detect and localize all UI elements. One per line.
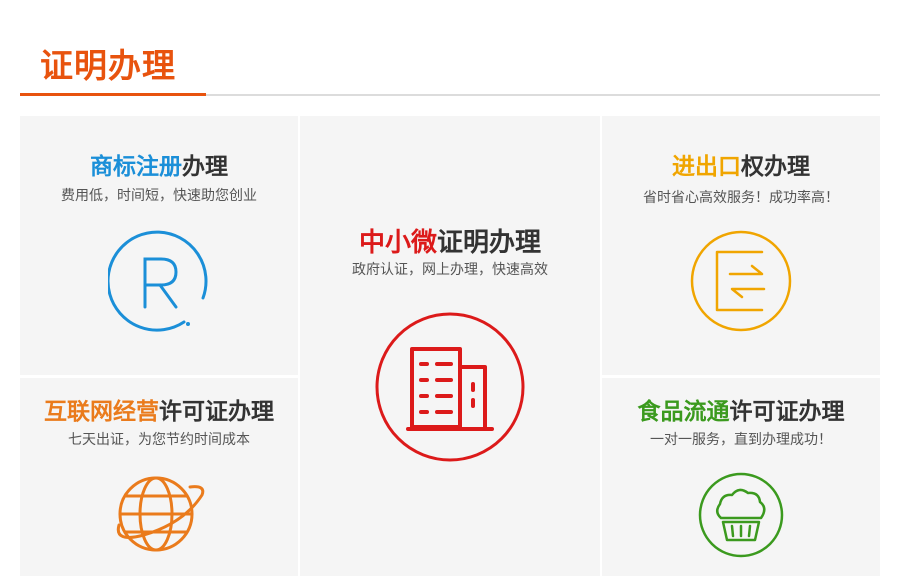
card-title-rest: 办理	[182, 154, 228, 180]
card-title-highlight: 中小微	[358, 228, 437, 258]
card-title-rest: 证明办理	[437, 228, 542, 258]
card-subtitle: 七天出证，为您节约时间成本	[68, 432, 250, 448]
muffin-icon	[698, 472, 784, 562]
card-title: 商标注册办理	[20, 152, 298, 182]
card-subtitle: 省时省心高效服务！成功率高！	[643, 190, 839, 206]
card-title-highlight: 食品流通	[637, 399, 730, 425]
card-title-highlight: 进出口	[672, 154, 741, 180]
page-title: 证明办理	[40, 46, 176, 85]
card-title-rest: 许可证办理	[159, 399, 274, 425]
card-title: 进出口权办理	[602, 152, 880, 182]
card-title-highlight: 互联网经营	[44, 399, 159, 425]
card-subtitle: 政府认证，网上办理，快速高效	[352, 262, 548, 278]
card-internet-business-license[interactable]: 互联网经营许可证办理 七天出证，为您节约时间成本	[20, 378, 298, 576]
card-title: 中小微证明办理	[300, 228, 600, 258]
card-subtitle: 费用低，时间短，快速助您创业	[61, 188, 257, 204]
office-building-icon	[375, 312, 525, 466]
title-underline-accent	[20, 93, 206, 96]
card-food-distribution-license[interactable]: 食品流通许可证办理 一对一服务，直到办理成功！	[602, 378, 880, 576]
card-title-highlight: 商标注册	[90, 154, 182, 180]
card-sme-certificate[interactable]: 中小微证明办理 政府认证，网上办理，快速高效	[300, 116, 600, 576]
card-import-export-rights[interactable]: 进出口权办理 省时省心高效服务！成功率高！	[602, 116, 880, 375]
exchange-arrows-icon	[690, 230, 792, 336]
card-subtitle: 一对一服务，直到办理成功！	[650, 432, 832, 448]
card-title-rest: 许可证办理	[729, 399, 845, 425]
card-trademark-registration[interactable]: 商标注册办理 费用低，时间短，快速助您创业	[20, 116, 298, 375]
globe-icon	[114, 473, 206, 559]
card-title: 互联网经营许可证办理	[20, 397, 298, 427]
registered-trademark-icon	[106, 230, 210, 336]
card-title: 食品流通许可证办理	[602, 397, 880, 427]
card-title-rest: 权办理	[741, 154, 810, 180]
